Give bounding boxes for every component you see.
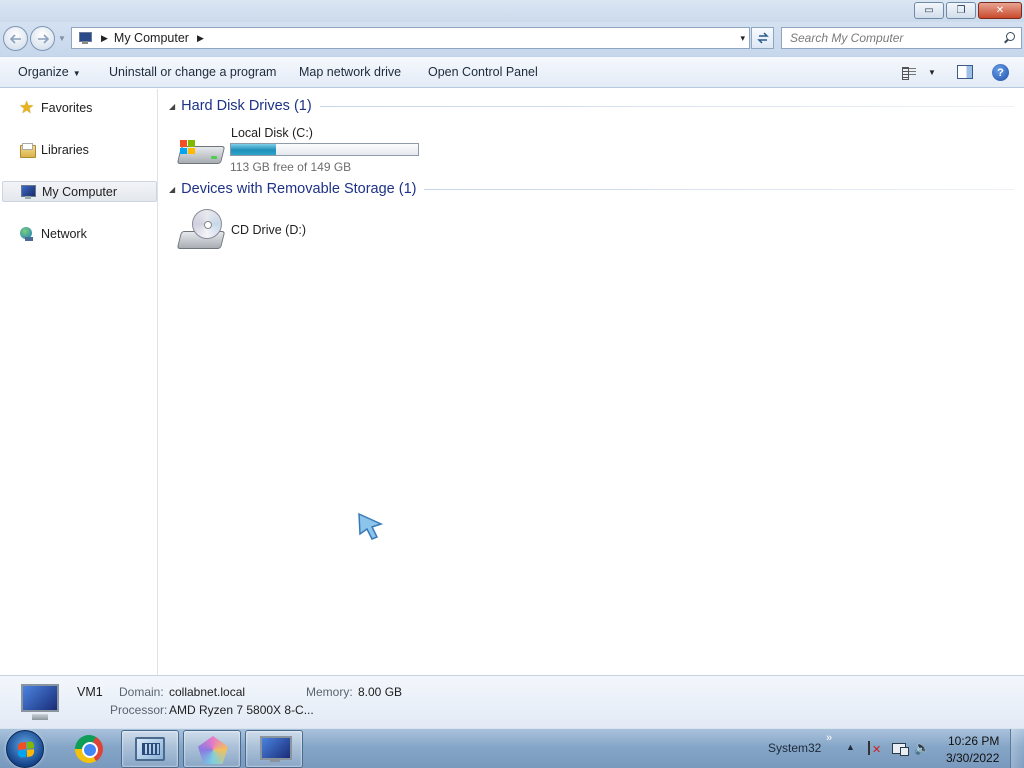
group-header-hard-disk-drives[interactable]: ◢ Hard Disk Drives (1) (169, 98, 1014, 114)
group-header-removable-storage[interactable]: ◢ Devices with Removable Storage (1) (169, 181, 1014, 197)
breadcrumb-chevron-icon[interactable]: ▶ (197, 33, 204, 44)
memory-value: 8.00 GB (358, 685, 403, 699)
help-icon[interactable]: ? (992, 64, 1009, 81)
memory-label: Memory: (306, 685, 353, 699)
breadcrumb-separator-icon[interactable]: ▶ (101, 33, 108, 44)
action-center-icon[interactable] (866, 741, 882, 756)
collapse-triangle-icon[interactable]: ◢ (169, 102, 175, 111)
drive-name: Local Disk (C:) (231, 126, 313, 140)
address-row: ▼ ▶ My Computer ▶ ▾ (0, 22, 1024, 56)
clock-date[interactable]: 3/30/2022 (946, 751, 999, 765)
processor-label: Processor: (110, 703, 168, 717)
command-bar: Organize ▼ Uninstall or change a program … (0, 56, 1024, 88)
taskbar-app-my-computer[interactable] (245, 730, 303, 768)
address-bar[interactable]: ▶ My Computer ▶ ▾ (71, 27, 750, 49)
search-icon[interactable] (1003, 32, 1015, 44)
paint-icon (198, 736, 228, 764)
open-control-panel-button[interactable]: Open Control Panel (428, 65, 538, 79)
taskbar: System32 » ▲ 🔈 10:26 PM 3/30/2022 (0, 728, 1024, 768)
organize-button[interactable]: Organize ▼ (18, 65, 81, 79)
group-divider (424, 188, 1014, 190)
show-desktop-button[interactable] (1010, 729, 1024, 768)
sidebar-item-network[interactable]: Network (2, 223, 157, 244)
change-view-icon[interactable] (902, 66, 916, 80)
processor-value: AMD Ryzen 7 5800X 8-C... (169, 703, 314, 717)
group-divider (319, 105, 1014, 107)
remote-desktop-icon (135, 737, 165, 761)
cd-drive-icon (176, 209, 227, 255)
search-box[interactable] (781, 27, 1022, 49)
start-button[interactable] (6, 730, 44, 768)
drive-item-local-disk-c[interactable]: Local Disk (C:) 113 GB free of 149 GB (176, 124, 427, 174)
taskbar-app-chrome[interactable] (60, 730, 118, 768)
my-computer-icon (260, 736, 292, 762)
toolbar-system32[interactable]: System32 (768, 741, 821, 755)
maximize-button[interactable]: ❐ (946, 2, 976, 19)
recent-pages-dropdown[interactable]: ▼ (58, 34, 66, 43)
computer-icon (20, 184, 36, 200)
sidebar-item-libraries[interactable]: Libraries (2, 139, 157, 160)
title-bar: ▭ ❐ ✕ (0, 0, 1024, 22)
disk-usage-fill (231, 144, 276, 155)
hard-drive-icon (176, 134, 226, 168)
uninstall-program-button[interactable]: Uninstall or change a program (109, 65, 276, 79)
domain-value: collabnet.local (169, 685, 246, 699)
sidebar-item-label: Network (41, 226, 87, 241)
organize-label: Organize (18, 65, 69, 79)
collapse-triangle-icon[interactable]: ◢ (169, 185, 175, 194)
drive-name: CD Drive (D:) (231, 223, 306, 237)
network-icon (19, 226, 35, 242)
computer-name: VM1 (77, 685, 103, 699)
taskbar-app-paint[interactable] (183, 730, 241, 768)
show-hidden-icons-icon[interactable]: ▲ (846, 742, 855, 752)
back-button[interactable] (3, 26, 28, 51)
sidebar-item-favorites[interactable]: ★ Favorites (2, 97, 157, 118)
address-dropdown-icon[interactable]: ▾ (740, 33, 745, 44)
navigation-pane: ★ Favorites Libraries My Computer Networ… (0, 89, 158, 675)
search-input[interactable] (790, 31, 990, 45)
domain-label: Domain: (119, 685, 164, 699)
disk-usage-bar (230, 143, 419, 156)
sidebar-item-my-computer[interactable]: My Computer (2, 181, 157, 202)
details-pane: VM1 Domain: collabnet.local Memory: 8.00… (0, 675, 1024, 728)
clock-time[interactable]: 10:26 PM (948, 734, 999, 748)
mouse-cursor-icon (358, 512, 384, 540)
windows-logo-icon (180, 140, 195, 154)
group-title: Hard Disk Drives (1) (181, 98, 312, 114)
sidebar-item-label: Favorites (41, 100, 93, 115)
drive-free-space: 113 GB free of 149 GB (230, 160, 352, 174)
forward-arrow-icon (37, 33, 49, 44)
window-controls: ▭ ❐ ✕ (912, 2, 1022, 19)
view-options-dropdown[interactable]: ▼ (928, 68, 936, 77)
minimize-button[interactable]: ▭ (914, 2, 944, 19)
breadcrumb-my-computer[interactable]: My Computer (114, 31, 189, 45)
sidebar-item-label: My Computer (42, 184, 118, 199)
refresh-button[interactable] (751, 27, 774, 49)
network-status-icon[interactable] (892, 741, 909, 756)
refresh-icon (756, 32, 769, 44)
star-icon: ★ (19, 97, 35, 117)
file-list: ◢ Hard Disk Drives (1) Local Disk (C:) 1… (159, 89, 1024, 675)
sidebar-item-label: Libraries (41, 142, 89, 157)
chrome-icon (75, 735, 103, 763)
close-button[interactable]: ✕ (978, 2, 1022, 19)
forward-button[interactable] (30, 26, 55, 51)
computer-icon (18, 684, 62, 722)
group-title: Devices with Removable Storage (1) (181, 181, 417, 197)
drive-item-cd-drive-d[interactable]: CD Drive (D:) (176, 209, 337, 257)
chevron-down-icon: ▼ (72, 69, 81, 78)
toolbar-expand-icon[interactable]: » (826, 732, 832, 744)
computer-icon (77, 31, 93, 45)
libraries-icon (19, 142, 36, 158)
windows-logo-icon (18, 741, 34, 758)
map-network-drive-button[interactable]: Map network drive (299, 65, 401, 79)
preview-pane-icon[interactable] (957, 65, 973, 79)
taskbar-app-remote-desktop[interactable] (121, 730, 179, 768)
volume-icon[interactable]: 🔈 (914, 741, 930, 755)
back-arrow-icon (9, 33, 21, 44)
